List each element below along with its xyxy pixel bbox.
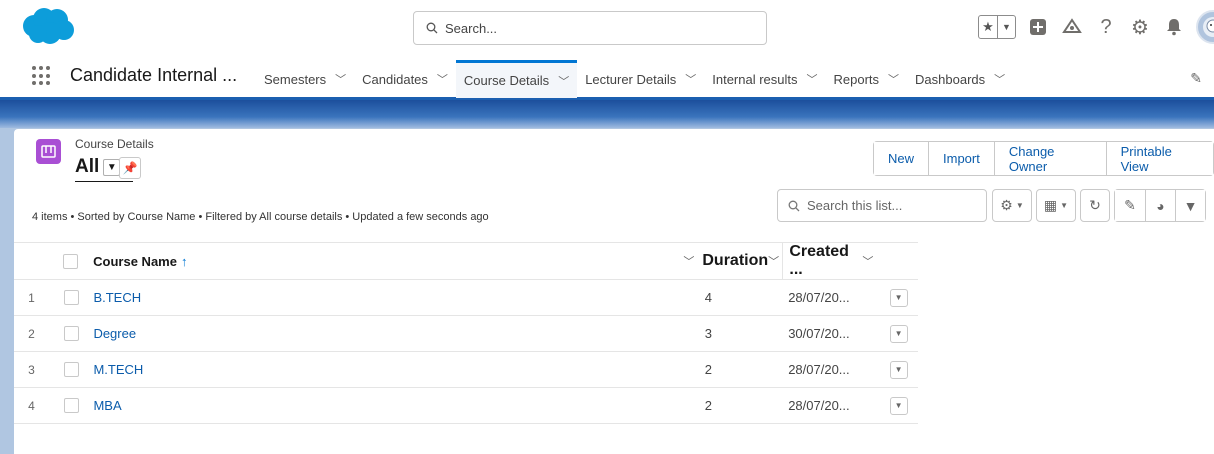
tab-course-details[interactable]: Course Details ﹀ bbox=[455, 60, 578, 98]
salesforce-cloud-logo[interactable] bbox=[20, 6, 76, 46]
list-summary: 4 items • Sorted by Course Name • Filter… bbox=[32, 211, 489, 223]
tab-reports[interactable]: Reports ﹀ bbox=[826, 60, 908, 98]
select-all-checkbox[interactable] bbox=[63, 253, 79, 269]
chart-icon[interactable]: ◕ bbox=[1145, 190, 1175, 221]
tab-candidates[interactable]: Candidates ﹀ bbox=[354, 60, 456, 98]
chevron-down-icon[interactable]: ﹀ bbox=[994, 71, 1005, 87]
inline-edit-chart-group: ✎ ◕ ▼ bbox=[1114, 189, 1206, 222]
global-search-placeholder: Search... bbox=[445, 20, 498, 36]
row-checkbox[interactable] bbox=[63, 362, 79, 377]
list-settings-gear-icon[interactable]: ⚙ ▼ bbox=[992, 189, 1032, 222]
created-cell: 28/07/20... bbox=[788, 290, 850, 305]
duration-cell: 2 bbox=[704, 398, 712, 413]
nav-tabs: Semesters ﹀ Candidates ﹀ Course Details ﹀ L… bbox=[256, 60, 1013, 98]
row-checkbox[interactable] bbox=[63, 326, 79, 341]
chevron-down-icon[interactable]: ﹀ bbox=[862, 253, 873, 269]
chevron-down-icon[interactable]: ﹀ bbox=[807, 71, 818, 87]
created-cell: 28/07/20... bbox=[788, 362, 850, 377]
list-search-input[interactable]: Search this list... bbox=[777, 189, 987, 222]
table-header: Course Name ↑ ﹀ Duration ﹀ Created ... ﹀ bbox=[14, 242, 918, 280]
printable-view-button[interactable]: Printable View bbox=[1105, 142, 1213, 175]
tab-dashboards[interactable]: Dashboards ﹀ bbox=[907, 60, 1013, 98]
course-name-link[interactable]: B.TECH bbox=[93, 290, 677, 305]
table-row: 4 MBA 2 28/07/20... ▼ bbox=[14, 388, 918, 424]
view-dropdown-icon[interactable]: ▼ bbox=[103, 158, 121, 176]
chevron-down-icon[interactable]: ﹀ bbox=[685, 71, 696, 87]
row-actions-dropdown-icon[interactable]: ▼ bbox=[889, 324, 908, 343]
notifications-bell-icon[interactable] bbox=[1162, 15, 1186, 39]
table-row: 2 Degree 3 30/07/20... ▼ bbox=[14, 316, 918, 352]
avatar[interactable] bbox=[1196, 10, 1214, 44]
background-banner bbox=[0, 100, 1214, 128]
display-as-table-icon[interactable]: ▦ ▼ bbox=[1036, 189, 1076, 222]
course-details-object-icon bbox=[36, 139, 61, 164]
row-actions-dropdown-icon[interactable]: ▼ bbox=[889, 360, 908, 379]
row-number: 2 bbox=[28, 326, 35, 341]
add-icon[interactable] bbox=[1026, 15, 1050, 39]
created-cell: 28/07/20... bbox=[788, 398, 850, 413]
course-name-link[interactable]: M.TECH bbox=[93, 362, 677, 377]
favorites-group: ★ ▼ bbox=[978, 15, 1016, 39]
view-name: All bbox=[75, 156, 100, 177]
column-header-created[interactable]: Created ... ﹀ bbox=[782, 243, 879, 279]
duration-cell: 2 bbox=[704, 362, 712, 377]
app-name: Candidate Internal ... bbox=[70, 65, 238, 85]
edit-nav-pencil-icon[interactable]: ✎ bbox=[1190, 70, 1202, 87]
help-icon[interactable]: ? bbox=[1094, 15, 1118, 39]
course-name-link[interactable]: Degree bbox=[93, 326, 677, 341]
table-row: 3 M.TECH 2 28/07/20... ▼ bbox=[14, 352, 918, 388]
row-actions-dropdown-icon[interactable]: ▼ bbox=[889, 396, 908, 415]
setup-gear-icon[interactable]: ⚙ bbox=[1128, 15, 1152, 39]
new-button[interactable]: New bbox=[874, 142, 929, 175]
column-header-course-name[interactable]: Course Name ↑ bbox=[93, 254, 675, 269]
import-button[interactable]: Import bbox=[928, 142, 994, 175]
refresh-icon[interactable]: ↻ bbox=[1080, 189, 1110, 222]
search-icon bbox=[426, 22, 438, 34]
list-view-card: Course Details All ▼ 📌 New Import Change… bbox=[14, 129, 1214, 454]
filter-icon[interactable]: ▼ bbox=[1175, 190, 1205, 221]
duration-cell: 4 bbox=[704, 290, 712, 305]
row-number: 3 bbox=[28, 362, 35, 377]
chevron-down-icon[interactable]: ﹀ bbox=[437, 71, 448, 87]
search-icon bbox=[788, 200, 800, 211]
view-underline bbox=[75, 181, 133, 182]
column-header-duration[interactable]: Duration ﹀ bbox=[702, 252, 782, 270]
favorites-dropdown-icon[interactable]: ▼ bbox=[997, 16, 1015, 38]
global-header: Search... ★ ▼ ? ⚙ bbox=[0, 0, 1214, 58]
row-number: 4 bbox=[28, 398, 35, 413]
duration-cell: 3 bbox=[704, 326, 712, 341]
trailhead-icon[interactable] bbox=[1060, 15, 1084, 39]
app-navigation-bar: Candidate Internal ... Semesters ﹀ Candid… bbox=[0, 60, 1214, 100]
pin-icon[interactable]: 📌 bbox=[119, 157, 141, 179]
list-view-selector[interactable]: All ▼ bbox=[75, 156, 121, 178]
sort-ascending-icon: ↑ bbox=[180, 253, 188, 269]
chevron-down-icon[interactable]: ﹀ bbox=[335, 71, 346, 87]
created-cell: 30/07/20... bbox=[788, 326, 850, 341]
tab-semesters[interactable]: Semesters ﹀ bbox=[256, 60, 354, 98]
change-owner-button[interactable]: Change Owner bbox=[993, 142, 1106, 175]
object-label: Course Details bbox=[75, 137, 154, 151]
chevron-down-icon[interactable]: ﹀ bbox=[888, 71, 899, 87]
chevron-down-icon[interactable]: ﹀ bbox=[558, 73, 569, 89]
row-number: 1 bbox=[28, 290, 35, 305]
list-actions: New Import Change Owner Printable View bbox=[873, 141, 1214, 176]
table-row: 1 B.TECH 4 28/07/20... ▼ bbox=[14, 280, 918, 316]
inline-edit-pencil-icon[interactable]: ✎ bbox=[1115, 190, 1145, 221]
app-launcher-icon[interactable] bbox=[32, 66, 52, 86]
chevron-down-icon[interactable]: ﹀ bbox=[675, 253, 702, 269]
row-checkbox[interactable] bbox=[63, 398, 79, 413]
tab-internal-results[interactable]: Internal results ﹀ bbox=[704, 60, 825, 98]
tab-lecturer-details[interactable]: Lecturer Details ﹀ bbox=[577, 60, 704, 98]
row-actions-dropdown-icon[interactable]: ▼ bbox=[889, 288, 908, 307]
list-tools: ⚙ ▼ ▦ ▼ ↻ ✎ ◕ ▼ bbox=[992, 189, 1206, 222]
select-all-checkbox-cell bbox=[49, 253, 93, 269]
row-checkbox[interactable] bbox=[63, 290, 79, 305]
list-search-placeholder: Search this list... bbox=[807, 198, 903, 213]
favorites-star-icon[interactable]: ★ bbox=[979, 16, 997, 38]
global-search-input[interactable]: Search... bbox=[413, 11, 767, 45]
course-name-link[interactable]: MBA bbox=[93, 398, 677, 413]
chevron-down-icon[interactable]: ﹀ bbox=[768, 253, 779, 269]
list-table: Course Name ↑ ﹀ Duration ﹀ Created ... ﹀… bbox=[14, 242, 918, 424]
